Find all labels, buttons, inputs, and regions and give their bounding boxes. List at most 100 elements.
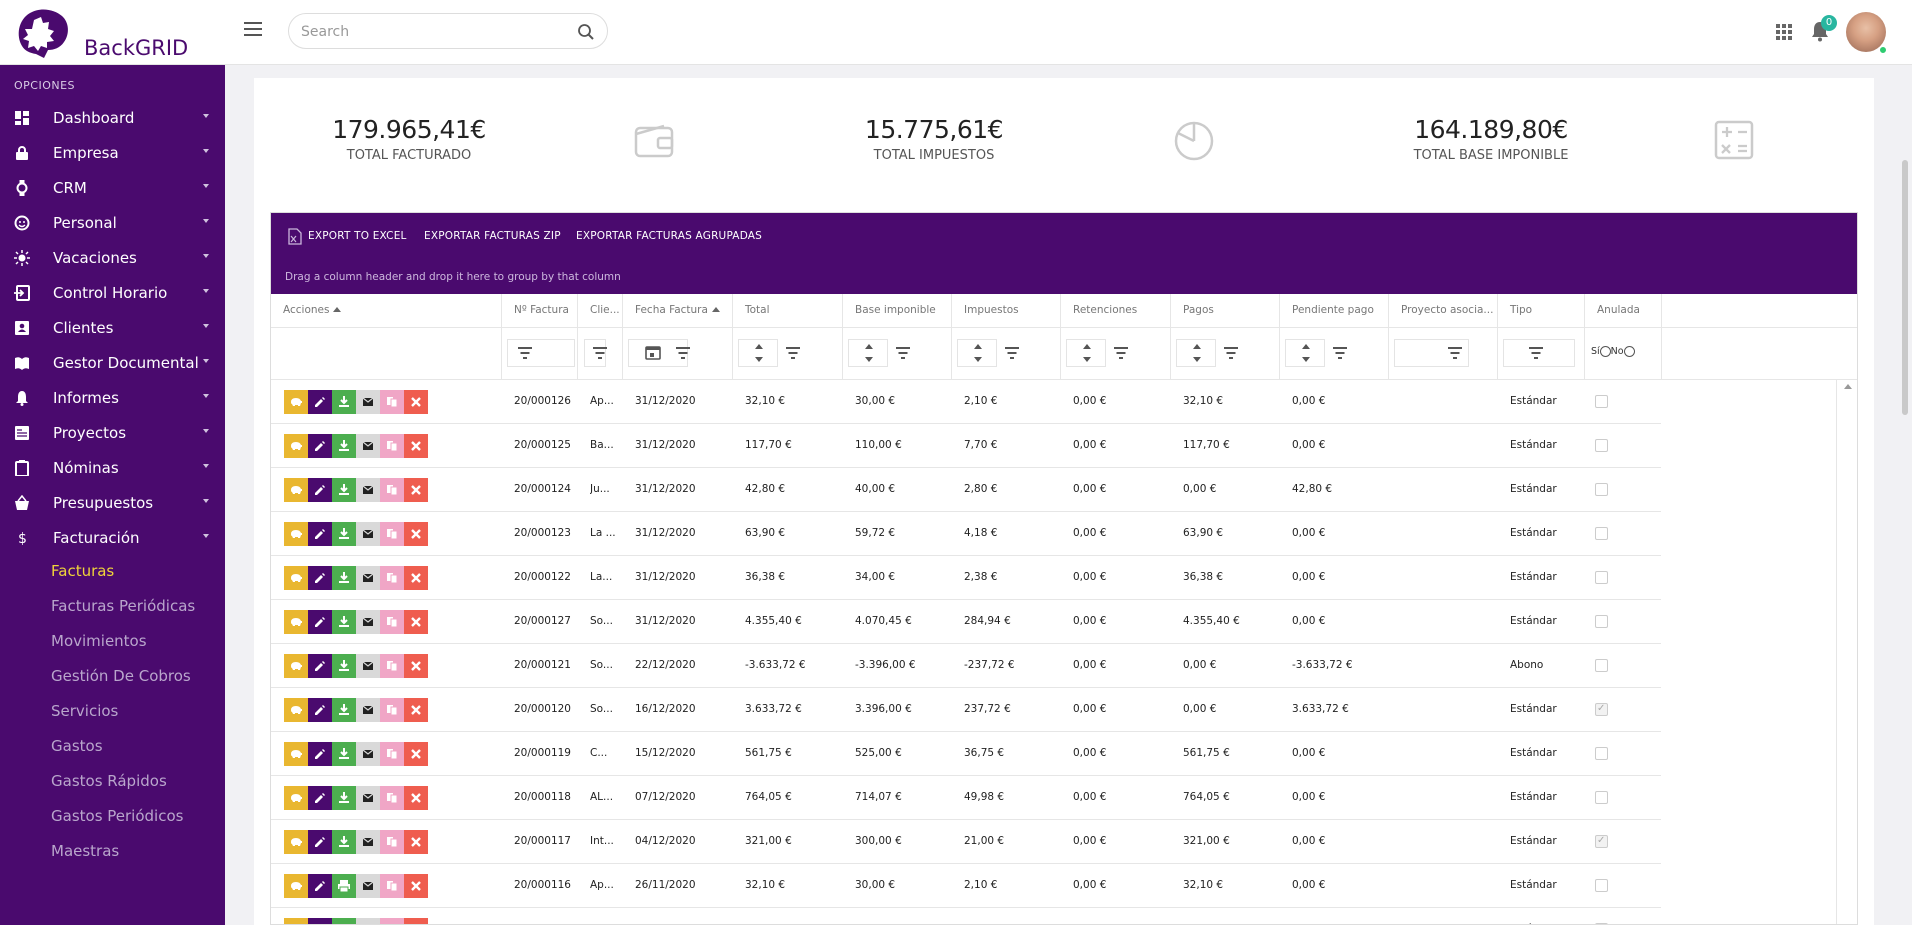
- mail-button[interactable]: [356, 610, 380, 634]
- edit-button[interactable]: [308, 874, 332, 898]
- anulada-checkbox[interactable]: [1595, 615, 1608, 628]
- spinner-arrows-icon[interactable]: [971, 341, 985, 365]
- sidebar-item-vacaciones[interactable]: Vacaciones: [0, 240, 225, 275]
- search-icon[interactable]: [577, 23, 595, 41]
- spinner-arrows-icon[interactable]: [862, 341, 876, 365]
- table-row[interactable]: 20/000122 La... 31/12/2020 36,38 € 34,00 € 2,…: [271, 556, 1661, 600]
- copy-button[interactable]: [380, 698, 404, 722]
- menu-toggle-icon[interactable]: [244, 22, 262, 36]
- table-row[interactable]: 20/000119 C... 15/12/2020 561,75 € 525,00 € 3…: [271, 732, 1661, 776]
- copy-button[interactable]: [380, 654, 404, 678]
- table-row[interactable]: 20/000125 Ba... 31/12/2020 117,70 € 110,00 €…: [271, 424, 1661, 468]
- download-button[interactable]: [332, 918, 356, 924]
- column-header[interactable]: Nº Factura: [502, 294, 578, 328]
- edit-button[interactable]: [308, 566, 332, 590]
- spinner-arrows-icon[interactable]: [1080, 341, 1094, 365]
- download-button[interactable]: [332, 742, 356, 766]
- column-header[interactable]: Fecha Factura: [623, 294, 733, 328]
- anulada-checkbox[interactable]: [1595, 395, 1608, 408]
- export-zip-button[interactable]: EXPORTAR FACTURAS ZIP: [424, 230, 561, 242]
- copy-button[interactable]: [380, 566, 404, 590]
- pig-button[interactable]: [284, 698, 308, 722]
- delete-button[interactable]: [404, 434, 428, 458]
- mail-button[interactable]: [356, 830, 380, 854]
- calendar-icon[interactable]: [645, 344, 661, 360]
- edit-button[interactable]: [308, 478, 332, 502]
- delete-button[interactable]: [404, 918, 428, 924]
- download-button[interactable]: [332, 478, 356, 502]
- download-button[interactable]: [332, 654, 356, 678]
- sidebar-item-crm[interactable]: CRM: [0, 170, 225, 205]
- column-header[interactable]: Pagos: [1171, 294, 1280, 328]
- table-row[interactable]: 20/000120 So... 16/12/2020 3.633,72 € 3.396,…: [271, 688, 1661, 732]
- filter-icon[interactable]: [895, 347, 911, 359]
- sidebar-item-informes[interactable]: Informes: [0, 380, 225, 415]
- filter-icon[interactable]: [1113, 347, 1129, 359]
- mail-button[interactable]: [356, 390, 380, 414]
- copy-button[interactable]: [380, 434, 404, 458]
- sidebar-subitem-8[interactable]: Maestras: [51, 842, 119, 860]
- table-row[interactable]: 20/000116 Ap... 26/11/2020 32,10 € 30,00 € 2,…: [271, 864, 1661, 908]
- sidebar-subitem-7[interactable]: Gastos Periódicos: [51, 807, 183, 825]
- sidebar-item-nóminas[interactable]: Nóminas: [0, 450, 225, 485]
- anulada-checkbox[interactable]: [1595, 747, 1608, 760]
- mail-button[interactable]: [356, 434, 380, 458]
- filter-icon[interactable]: [592, 347, 608, 359]
- delete-button[interactable]: [404, 874, 428, 898]
- scroll-up-icon[interactable]: [1844, 384, 1852, 389]
- pig-button[interactable]: [284, 390, 308, 414]
- pig-button[interactable]: [284, 786, 308, 810]
- sidebar-subitem-6[interactable]: Gastos Rápidos: [51, 772, 167, 790]
- edit-button[interactable]: [308, 786, 332, 810]
- anulada-checkbox[interactable]: [1595, 527, 1608, 540]
- page-scrollbar-thumb[interactable]: [1902, 160, 1908, 415]
- column-header[interactable]: Anulada: [1585, 294, 1662, 328]
- copy-button[interactable]: [380, 610, 404, 634]
- pig-button[interactable]: [284, 654, 308, 678]
- radio-yes[interactable]: [1599, 346, 1611, 357]
- delete-button[interactable]: [404, 522, 428, 546]
- edit-button[interactable]: [308, 918, 332, 924]
- edit-button[interactable]: [308, 742, 332, 766]
- anulada-radio-filter[interactable]: Sí No: [1591, 346, 1635, 357]
- delete-button[interactable]: [404, 830, 428, 854]
- download-button[interactable]: [332, 390, 356, 414]
- column-header[interactable]: Clie...: [578, 294, 623, 328]
- delete-button[interactable]: [404, 478, 428, 502]
- sidebar-item-dashboard[interactable]: Dashboard: [0, 100, 225, 135]
- copy-button[interactable]: [380, 786, 404, 810]
- spinner-arrows-icon[interactable]: [1299, 341, 1313, 365]
- table-row[interactable]: 20/000117 Int... 04/12/2020 321,00 € 300,00 …: [271, 820, 1661, 864]
- edit-button[interactable]: [308, 830, 332, 854]
- edit-button[interactable]: [308, 522, 332, 546]
- download-button[interactable]: [332, 566, 356, 590]
- delete-button[interactable]: [404, 654, 428, 678]
- table-row[interactable]: 20/000115 Ba... 26/11/2020 117,70 € 110,00 €…: [271, 908, 1661, 924]
- pig-button[interactable]: [284, 918, 308, 924]
- search-input[interactable]: [301, 22, 561, 42]
- anulada-checkbox[interactable]: [1595, 439, 1608, 452]
- edit-button[interactable]: [308, 698, 332, 722]
- sidebar-subitem-2[interactable]: Movimientos: [51, 632, 147, 650]
- mail-button[interactable]: [356, 786, 380, 810]
- sidebar-item-control-horario[interactable]: Control Horario: [0, 275, 225, 310]
- pig-button[interactable]: [284, 566, 308, 590]
- grid-scrollbar[interactable]: [1836, 380, 1857, 924]
- sidebar-subitem-3[interactable]: Gestión De Cobros: [51, 667, 191, 685]
- column-header[interactable]: Proyecto asocia...: [1389, 294, 1498, 328]
- anulada-checkbox[interactable]: [1595, 659, 1608, 672]
- pig-button[interactable]: [284, 434, 308, 458]
- column-header[interactable]: Acciones: [271, 294, 502, 328]
- edit-button[interactable]: [308, 434, 332, 458]
- spinner-arrows-icon[interactable]: [1190, 341, 1204, 365]
- table-row[interactable]: 20/000126 Ap... 31/12/2020 32,10 € 30,00 € 2,…: [271, 380, 1661, 424]
- sidebar-item-presupuestos[interactable]: Presupuestos: [0, 485, 225, 520]
- group-drop-area[interactable]: Drag a column header and drop it here to…: [285, 271, 621, 283]
- copy-button[interactable]: [380, 522, 404, 546]
- column-header[interactable]: Total: [733, 294, 843, 328]
- copy-button[interactable]: [380, 874, 404, 898]
- export-grouped-button[interactable]: EXPORTAR FACTURAS AGRUPADAS: [576, 230, 762, 242]
- sidebar-subitem-0[interactable]: Facturas: [51, 562, 114, 580]
- table-row[interactable]: 20/000127 So... 31/12/2020 4.355,40 € 4.070,…: [271, 600, 1661, 644]
- anulada-checkbox[interactable]: [1595, 702, 1608, 716]
